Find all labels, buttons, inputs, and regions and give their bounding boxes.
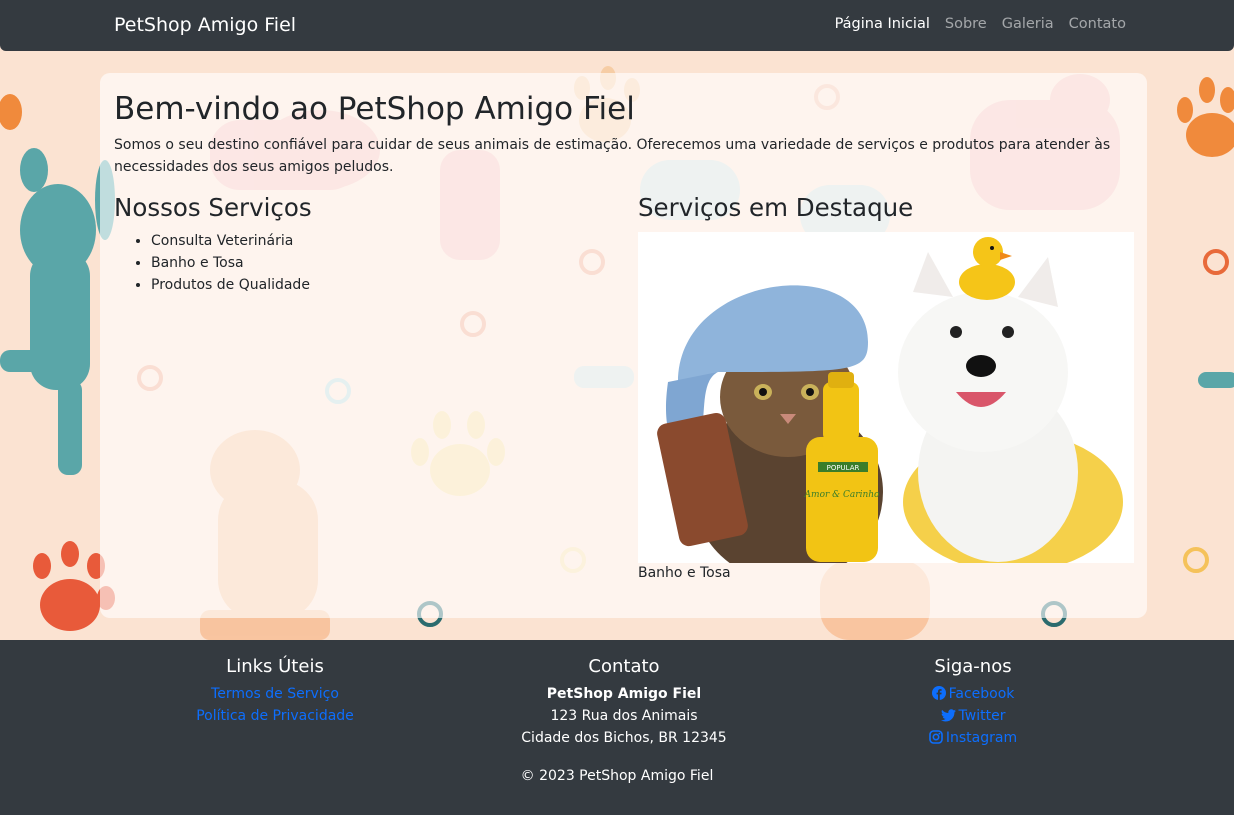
footer-links-heading: Links Úteis	[226, 656, 324, 677]
facebook-icon	[931, 686, 946, 700]
footer-links-column: Links Úteis Termos de Serviço Política d…	[110, 656, 440, 727]
contact-city: Cidade dos Bichos, BR 12345	[521, 730, 727, 746]
featured-heading: Serviços em Destaque	[638, 193, 914, 222]
bottle-brand-text: POPULAR	[827, 464, 860, 472]
service-item-vet: Consulta Veterinária	[151, 230, 310, 252]
nav-link-gallery[interactable]: Galeria	[1002, 16, 1054, 32]
copyright-text: © 2023 PetShop Amigo Fiel	[520, 768, 714, 784]
nav-link-about[interactable]: Sobre	[945, 16, 987, 32]
page-title: Bem-vindo ao PetShop Amigo Fiel	[114, 91, 635, 127]
services-list: Consulta Veterinária Banho e Tosa Produt…	[114, 230, 310, 296]
featured-image: POPULAR Amor & Carinho	[638, 232, 1134, 563]
footer-social-column: Siga-nos Facebook Twitter Instagram	[808, 656, 1138, 749]
services-heading: Nossos Serviços	[114, 193, 312, 222]
terms-link[interactable]: Termos de Serviço	[110, 683, 440, 705]
instagram-link[interactable]: Instagram	[808, 727, 1138, 749]
nav-link-contact[interactable]: Contato	[1069, 16, 1126, 32]
twitter-label: Twitter	[958, 708, 1006, 724]
featured-caption: Banho e Tosa	[638, 565, 731, 581]
navbar: PetShop Amigo Fiel Página Inicial Sobre …	[0, 0, 1234, 51]
cat-and-dog-bath-illustration: POPULAR Amor & Carinho	[638, 232, 1134, 563]
facebook-link[interactable]: Facebook	[808, 683, 1138, 705]
nav-links: Página Inicial Sobre Galeria Contato	[835, 16, 1126, 32]
contact-name: PetShop Amigo Fiel	[546, 686, 702, 702]
footer-contact-column: Contato PetShop Amigo Fiel 123 Rua dos A…	[459, 656, 789, 749]
intro-paragraph: Somos o seu destino confiável para cuida…	[114, 137, 1111, 175]
brand-link[interactable]: PetShop Amigo Fiel	[114, 14, 296, 36]
footer-social-heading: Siga-nos	[934, 656, 1012, 677]
bottle-label-text: Amor & Carinho	[804, 490, 881, 500]
main-content-card: Bem-vindo ao PetShop Amigo Fiel Somos o …	[100, 73, 1147, 618]
instagram-label: Instagram	[945, 730, 1018, 746]
contact-street: 123 Rua dos Animais	[550, 708, 698, 724]
nav-link-home[interactable]: Página Inicial	[835, 16, 930, 32]
footer-contact-heading: Contato	[588, 656, 660, 677]
footer: Links Úteis Termos de Serviço Política d…	[0, 640, 1234, 815]
twitter-link[interactable]: Twitter	[808, 705, 1138, 727]
service-item-products: Produtos de Qualidade	[151, 274, 310, 296]
service-item-grooming: Banho e Tosa	[151, 252, 310, 274]
twitter-icon	[940, 709, 956, 722]
privacy-link[interactable]: Política de Privacidade	[110, 705, 440, 727]
facebook-label: Facebook	[948, 686, 1015, 702]
instagram-icon	[929, 730, 943, 744]
